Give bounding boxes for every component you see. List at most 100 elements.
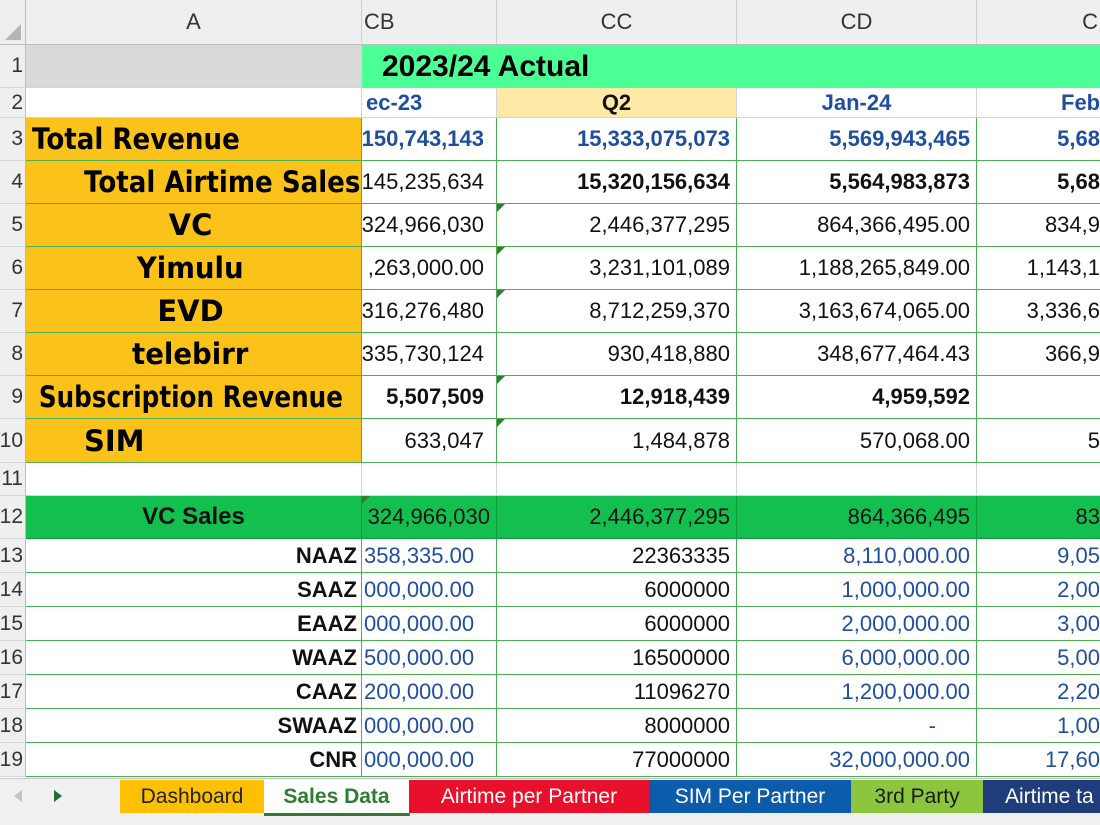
partner-label-caaz[interactable]: CAAZ [26, 675, 362, 709]
cell-cd-saaz[interactable]: 1,000,000.00 [737, 573, 977, 607]
cell-cb-yimulu[interactable]: ,263,000.00 [362, 247, 497, 290]
row-header-2[interactable]: 2 [0, 88, 26, 118]
vc-sales-cc[interactable]: 2,446,377,295 [497, 496, 737, 539]
cell-cb-eaaz[interactable]: 000,000.00 [362, 607, 497, 641]
row-header-17[interactable]: 17 [0, 675, 26, 709]
sheet-tab-sales-data[interactable]: Sales Data [264, 780, 410, 816]
cell-cd-sim[interactable]: 570,068.00 [737, 419, 977, 463]
cell-cb-telebirr[interactable]: 335,730,124 [362, 333, 497, 376]
row-header-18[interactable]: 18 [0, 709, 26, 743]
cell-ce-total-revenue[interactable]: 5,68 [977, 118, 1100, 161]
partner-label-saaz[interactable]: SAAZ [26, 573, 362, 607]
cell-cd-caaz[interactable]: 1,200,000.00 [737, 675, 977, 709]
sheet-tab-airtime-per-partner[interactable]: Airtime per Partner [409, 780, 650, 813]
cell-ce-sim[interactable]: 5 [977, 419, 1100, 463]
sheet-tab-3rd-party[interactable]: 3rd Party [851, 780, 984, 813]
vc-sales-ce[interactable]: 83 [977, 496, 1100, 539]
sheet-tab-sim-per-partner[interactable]: SIM Per Partner [649, 780, 852, 813]
cell-cb-swaaz[interactable]: 000,000.00 [362, 709, 497, 743]
cell-cc-waaz[interactable]: 16500000 [497, 641, 737, 675]
partner-label-naaz[interactable]: NAAZ [26, 539, 362, 573]
cell-cb-saaz[interactable]: 000,000.00 [362, 573, 497, 607]
row-label-subscription-revenue[interactable]: Subscription Revenue [26, 376, 362, 419]
cell-cd-evd[interactable]: 3,163,674,065.00 [737, 290, 977, 333]
vc-sales-label[interactable]: VC Sales [26, 496, 362, 539]
cell-ce-naaz[interactable]: 9,05 [977, 539, 1100, 573]
row-label-telebirr[interactable]: telebirr [26, 333, 362, 376]
cell-a11[interactable] [26, 463, 362, 496]
row-label-evd[interactable]: EVD [26, 290, 362, 333]
cell-cd-swaaz[interactable]: - [737, 709, 977, 743]
cell-cd-yimulu[interactable]: 1,188,265,849.00 [737, 247, 977, 290]
row-header-19[interactable]: 19 [0, 743, 26, 777]
row-header-9[interactable]: 9 [0, 376, 26, 419]
column-header-a[interactable]: A [26, 0, 362, 45]
row-header-16[interactable]: 16 [0, 641, 26, 675]
cell-ce-waaz[interactable]: 5,00 [977, 641, 1100, 675]
row-header-8[interactable]: 8 [0, 333, 26, 376]
row-header-3[interactable]: 3 [0, 118, 26, 161]
cell-cc-caaz[interactable]: 11096270 [497, 675, 737, 709]
period-header-q2[interactable]: Q2 [497, 88, 737, 118]
cell-cb-subscription-revenue[interactable]: 5,507,509 [362, 376, 497, 419]
cell-ce-telebirr[interactable]: 366,9 [977, 333, 1100, 376]
cell-ce-saaz[interactable]: 2,00 [977, 573, 1100, 607]
row-header-13[interactable]: 13 [0, 539, 26, 573]
row-header-5[interactable]: 5 [0, 204, 26, 247]
prev-sheet-button[interactable] [10, 788, 26, 804]
row-header-15[interactable]: 15 [0, 607, 26, 641]
cell-cd11[interactable] [737, 463, 977, 496]
cell-cd-waaz[interactable]: 6,000,000.00 [737, 641, 977, 675]
cell-cb11[interactable] [362, 463, 497, 496]
next-sheet-button[interactable] [50, 788, 66, 804]
period-header-jan24[interactable]: Jan-24 [737, 88, 977, 118]
select-all-corner[interactable] [0, 0, 26, 45]
cell-cc-subscription-revenue[interactable]: 12,918,439 [497, 376, 737, 419]
row-label-yimulu[interactable]: Yimulu [26, 247, 362, 290]
cell-cd-subscription-revenue[interactable]: 4,959,592 [737, 376, 977, 419]
column-header-cd[interactable]: CD [737, 0, 977, 45]
cell-cd-vc[interactable]: 864,366,495.00 [737, 204, 977, 247]
cell-cd-naaz[interactable]: 8,110,000.00 [737, 539, 977, 573]
partner-label-cnr[interactable]: CNR [26, 743, 362, 777]
cell-cc-telebirr[interactable]: 930,418,880 [497, 333, 737, 376]
row-label-sim[interactable]: SIM [26, 419, 362, 463]
period-header-cb[interactable]: ec-23 [362, 88, 497, 118]
cell-a1[interactable] [26, 45, 362, 88]
row-header-7[interactable]: 7 [0, 290, 26, 333]
period-header-feb[interactable]: Feb [977, 88, 1100, 118]
vc-sales-cd[interactable]: 864,366,495 [737, 496, 977, 539]
title-banner[interactable]: 2023/24 Actual [362, 45, 1100, 88]
row-header-10[interactable]: 10 [0, 419, 26, 463]
cell-cc11[interactable] [497, 463, 737, 496]
cell-cc-evd[interactable]: 8,712,259,370 [497, 290, 737, 333]
cell-ce-total-airtime-sales[interactable]: 5,68 [977, 161, 1100, 204]
vc-sales-cb[interactable]: 324,966,030 [362, 496, 497, 539]
row-header-1[interactable]: 1 [0, 45, 26, 88]
sheet-tab-dashboard[interactable]: Dashboard [120, 780, 265, 813]
cell-ce-vc[interactable]: 834,9 [977, 204, 1100, 247]
cell-ce-eaaz[interactable]: 3,00 [977, 607, 1100, 641]
cell-cb-sim[interactable]: 633,047 [362, 419, 497, 463]
cell-ce-swaaz[interactable]: 1,00 [977, 709, 1100, 743]
cell-cb-total-airtime-sales[interactable]: 145,235,634 [362, 161, 497, 204]
cell-ce-caaz[interactable]: 2,20 [977, 675, 1100, 709]
cell-ce-cnr[interactable]: 17,60 [977, 743, 1100, 777]
sheet-tab-airtime-ta[interactable]: Airtime ta [983, 780, 1100, 813]
row-label-total-airtime-sales[interactable]: Total Airtime Sales [26, 161, 362, 204]
partner-label-swaaz[interactable]: SWAAZ [26, 709, 362, 743]
cell-ce11[interactable] [977, 463, 1100, 496]
cell-cd-cnr[interactable]: 32,000,000.00 [737, 743, 977, 777]
cell-cc-yimulu[interactable]: 3,231,101,089 [497, 247, 737, 290]
cell-cd-total-revenue[interactable]: 5,569,943,465 [737, 118, 977, 161]
column-header-cb[interactable]: CB [362, 0, 497, 45]
cell-cc-total-airtime-sales[interactable]: 15,320,156,634 [497, 161, 737, 204]
cell-cd-telebirr[interactable]: 348,677,464.43 [737, 333, 977, 376]
cell-cb-waaz[interactable]: 500,000.00 [362, 641, 497, 675]
row-label-total-revenue[interactable]: Total Revenue [26, 118, 362, 161]
cell-cc-vc[interactable]: 2,446,377,295 [497, 204, 737, 247]
cell-ce-yimulu[interactable]: 1,143,1 [977, 247, 1100, 290]
row-header-11[interactable]: 11 [0, 463, 26, 496]
partner-label-waaz[interactable]: WAAZ [26, 641, 362, 675]
cell-cc-swaaz[interactable]: 8000000 [497, 709, 737, 743]
